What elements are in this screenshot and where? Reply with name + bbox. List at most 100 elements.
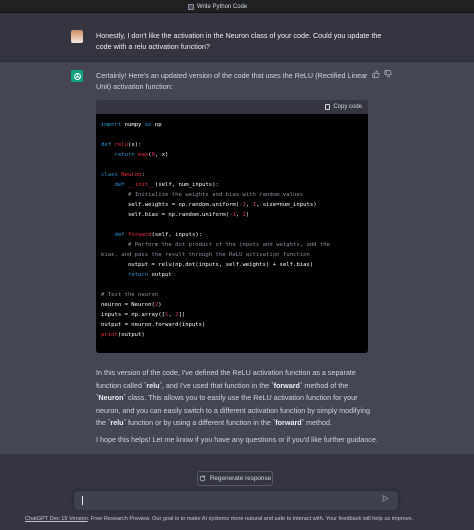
footer-text: . Free Research Preview. Our goal is to … [87,516,414,522]
code-token: forward [127,232,152,238]
assistant-intro-text: Certainly! Here's an updated version of … [96,71,368,91]
user-avatar [71,30,83,43]
regenerate-response-label: Regenerate response [209,475,272,482]
version-link[interactable]: ChatGPT Dec 15 Version [25,516,88,522]
code-line: output = relu(np.dot(inputs, self.weight… [101,260,363,270]
code-token: output [148,272,172,278]
code-token: numpy [121,122,145,128]
code-token: def [114,182,125,188]
code-line: self.bias = np.random.uniform(-1, 1) [101,210,363,220]
code-content: import numpy as np def relu(x): return m… [96,114,368,346]
user-message-text: Honestly, I don't like the activation in… [96,31,382,51]
refresh-icon [199,475,206,482]
window-titlebar: Write Python Code [0,0,474,13]
chat-tab-icon [188,3,194,10]
clipboard-icon [325,104,331,110]
inline-code: `relu` [108,418,126,427]
copy-code-button[interactable]: Copy code [325,104,362,110]
code-token: output = relu(np.dot(inputs, self.weight… [101,262,314,268]
inline-code: `forward` [272,418,305,427]
code-token: print [101,332,118,338]
code-token: -1 [239,202,246,208]
code-line: print(output) [101,330,363,340]
regenerate-response-button[interactable]: Regenerate response [197,471,273,486]
code-token: return [114,152,135,158]
send-icon[interactable] [382,494,390,504]
code-token: : [141,172,145,178]
code-line: output = neuron.forward(inputs) [101,320,363,330]
explanation-segment: method of the [302,380,349,390]
code-block-header: Copy code [96,100,368,114]
code-line: inputs = np.array([1, 2]) [101,310,363,320]
code-token: self.bias = np.random.uniform( [101,212,229,218]
assistant-closing-text: I hope this helps! Let me know if you ha… [96,435,378,444]
code-line: # Perform the dot product of the inputs … [101,240,363,250]
code-token: , [245,202,253,208]
code-token: self.weights = np.random.uniform( [101,202,240,208]
code-line: bias, and pass the result through the Re… [101,250,363,260]
assistant-explanation-text: In this version of the code, I've define… [96,367,380,430]
message-input[interactable] [74,491,398,510]
code-line: # Initialize the weights and bias with r… [101,190,363,200]
code-line: return output [101,270,363,280]
code-token: inputs = np.array([ [101,312,165,318]
chatgpt-logo-icon [71,70,83,82]
tab-title: Write Python Code [197,3,248,10]
explanation-segment: function or by using a different functio… [125,418,273,427]
code-token: ) [158,302,162,308]
code-token: class [101,172,118,178]
inline-code: `relu` [143,380,162,390]
code-token: def [101,142,112,148]
thumbs-up-icon[interactable] [372,70,380,80]
code-token: # Test the neuron [101,292,159,298]
code-token: (self, inputs): [151,232,203,238]
inline-code: `forward` [271,380,303,390]
code-token: (output) [117,332,145,338]
code-token: (self, num_inputs): [154,182,219,188]
code-token: , size=num_inputs) [255,202,317,208]
code-line: class Neuron: [101,170,363,180]
code-token: bias, and pass the result through the Re… [101,252,310,258]
code-token: relu [114,142,128,148]
code-line: def forward(self, inputs): [101,230,363,240]
code-token: __init__ [127,182,155,188]
code-token: , x) [154,152,169,158]
code-line: def relu(x): [101,140,363,150]
inline-code: `Neuron` [96,393,126,402]
code-token: ]) [178,312,186,318]
code-token: Neuron [121,172,142,178]
copy-code-label: Copy code [333,104,362,110]
code-token: max [138,152,149,158]
code-line: import numpy as np [101,120,363,130]
code-token: def [114,232,125,238]
code-token: -1 [228,212,236,218]
code-token: return [127,272,149,278]
code-token: # Initialize the weights and bias with r… [127,192,304,198]
code-line: # Test the neuron [101,290,363,300]
code-line: return max(0, x) [101,150,363,160]
thumbs-down-icon[interactable] [384,70,392,80]
code-token: neuron = Neuron( [101,302,155,308]
explanation-segment: , and I've used that function in the [161,380,272,390]
code-line: self.weights = np.random.uniform(-1, 1, … [101,200,363,210]
code-line: def __init__(self, num_inputs): [101,180,363,190]
text-cursor [82,496,83,505]
code-token: import [101,122,122,128]
code-token: # Perform the dot product of the inputs … [127,242,331,248]
code-line: neuron = Neuron(2) [101,300,363,310]
browser-tab[interactable]: Write Python Code [188,2,247,11]
code-token: as [144,122,152,128]
explanation-segment: method. [304,418,332,427]
footer-disclaimer: ChatGPT Dec 15 Version. Free Research Pr… [25,515,455,523]
code-token: output = neuron.forward(inputs) [101,322,206,328]
